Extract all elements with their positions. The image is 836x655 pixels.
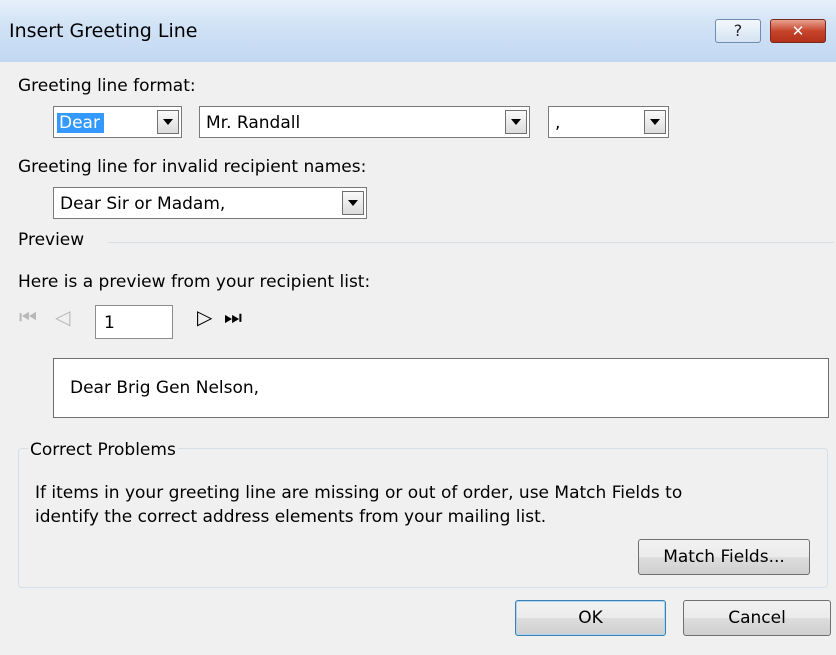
- invalid-names-label: Greeting line for invalid recipient name…: [18, 157, 367, 177]
- first-record-icon[interactable]: ⏮: [19, 305, 37, 329]
- name-format-value: Mr. Randall: [206, 113, 301, 133]
- title-bar: Insert Greeting Line ? ✕: [0, 0, 836, 62]
- chevron-down-icon[interactable]: [342, 191, 364, 215]
- salutation-dropdown[interactable]: Dear: [53, 106, 182, 138]
- ok-button[interactable]: OK: [515, 600, 666, 636]
- chevron-down-icon[interactable]: [644, 110, 666, 134]
- correct-problems-label: Correct Problems: [28, 440, 178, 460]
- match-fields-button[interactable]: Match Fields...: [638, 539, 810, 575]
- record-number-input[interactable]: 1: [95, 305, 173, 339]
- punctuation-value: ,: [555, 113, 561, 133]
- preview-box: Dear Brig Gen Nelson,: [53, 358, 829, 418]
- previous-record-icon[interactable]: ◁: [55, 305, 70, 329]
- window-title: Insert Greeting Line: [9, 20, 198, 42]
- help-button[interactable]: ?: [715, 19, 761, 43]
- invalid-names-value: Dear Sir or Madam,: [60, 194, 226, 214]
- next-record-icon[interactable]: ▷: [197, 305, 212, 329]
- preview-separator: [108, 242, 834, 243]
- invalid-names-dropdown[interactable]: Dear Sir or Madam,: [53, 187, 367, 219]
- last-record-icon[interactable]: ⏭: [224, 305, 242, 329]
- name-format-dropdown[interactable]: Mr. Randall: [199, 106, 530, 138]
- preview-text: Dear Brig Gen Nelson,: [70, 378, 260, 398]
- greeting-format-label: Greeting line format:: [18, 76, 196, 96]
- preview-section-label: Preview: [18, 230, 85, 250]
- preview-intro: Here is a preview from your recipient li…: [18, 272, 371, 292]
- cancel-button[interactable]: Cancel: [683, 600, 831, 636]
- record-number-value: 1: [104, 313, 115, 333]
- chevron-down-icon[interactable]: [505, 110, 527, 134]
- correct-problems-text-line1: If items in your greeting line are missi…: [35, 483, 683, 503]
- correct-problems-text-line2: identify the correct address elements fr…: [35, 507, 547, 527]
- close-button[interactable]: ✕: [770, 19, 826, 43]
- chevron-down-icon[interactable]: [157, 110, 179, 134]
- salutation-value: Dear: [57, 113, 104, 133]
- punctuation-dropdown[interactable]: ,: [548, 106, 669, 138]
